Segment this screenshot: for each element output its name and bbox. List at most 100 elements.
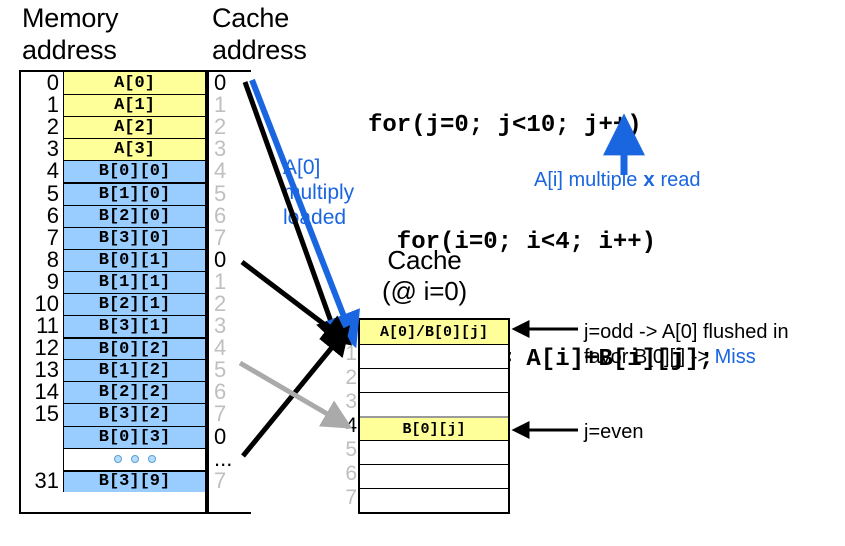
cache-box-row-address: 3	[345, 390, 357, 413]
cache-address-entry: 4	[214, 335, 227, 361]
cache-box-row-address: 1	[345, 342, 357, 365]
cache-address-entry: 0	[214, 423, 227, 449]
cache-box-row-address: 5	[345, 438, 357, 461]
ai-multiple-read-note: A[i] multiple x read	[534, 168, 701, 194]
cache-address-entry: 4	[214, 158, 227, 184]
memory-row-value: B[3][0]	[63, 226, 205, 249]
cache-box-row: A[0]/B[0][j]	[360, 320, 508, 344]
cache-address-entry: 5	[214, 180, 227, 206]
memory-row-address: 14	[34, 379, 59, 405]
memory-row-value: A[3]	[63, 138, 205, 161]
ai-note-post: read	[654, 169, 701, 191]
cache-address-entry: 2	[214, 114, 227, 140]
cache-address-entry: 3	[214, 136, 227, 162]
memory-row-address: 13	[34, 357, 59, 383]
memory-row: 2 A[2]	[21, 114, 205, 140]
arrow-bottom-black	[241, 325, 351, 458]
memory-address-heading: Memory address	[22, 3, 119, 65]
memory-row-value: B[2][0]	[63, 204, 205, 227]
memory-row: 9 B[1][1]	[21, 268, 205, 294]
memory-row-value: B[3][9]	[63, 469, 205, 492]
memory-row: 15 B[3][2]	[21, 401, 205, 427]
cache-address-entry: 2	[214, 290, 227, 316]
memory-row-address: 12	[34, 335, 59, 361]
memory-row: 10 B[2][1]	[21, 290, 205, 316]
memory-row-value: B[2][1]	[63, 292, 205, 316]
cache-address-entry: 6	[214, 202, 227, 228]
memory-table: 0 A[0] 1 A[1] 2 A[2] 3 A[3] 4 B[0][0] 5 B[1][0] 6 B[2…	[19, 70, 207, 514]
cache-address-entry: 5	[214, 357, 227, 383]
cache-box-row: B[0][j]	[360, 416, 508, 440]
j-odd-note-line2: favor B[0][j] -> Miss	[584, 345, 789, 370]
memory-row: 1 A[1]	[21, 92, 205, 118]
memory-row-value: B[0][3]	[63, 425, 205, 448]
memory-row: 12 B[0][2]	[21, 335, 205, 361]
memory-row-address: 1	[46, 92, 59, 118]
cache-box-row-address: 6	[345, 462, 357, 485]
memory-row-value: B[2][2]	[63, 381, 205, 404]
memory-row: 4 B[0][0]	[21, 158, 205, 184]
cache-box-row	[360, 440, 508, 464]
cache-address-entry: 6	[214, 379, 227, 405]
memory-row-value: B[1][1]	[63, 270, 205, 293]
memory-row-value: B[0][1]	[63, 248, 205, 271]
memory-row-address: 8	[46, 246, 59, 272]
memory-row-value: B[3][1]	[63, 315, 205, 338]
arrow-gray	[238, 360, 353, 429]
memory-row-address: 10	[34, 290, 59, 316]
memory-row	[21, 447, 205, 470]
memory-row-address: 11	[36, 313, 59, 339]
memory-row-address: 9	[46, 268, 59, 294]
memory-row: 6 B[2][0]	[21, 202, 205, 228]
cache-address-entry: 0	[214, 246, 227, 272]
cache-address-entry: 1	[214, 268, 227, 294]
memory-row-address: 5	[46, 180, 59, 206]
memory-row: 0 A[0]	[21, 72, 205, 95]
code-line-1: for(j=0; j<10; j++)	[368, 112, 642, 139]
j-odd-note-line1: j=odd -> A[0] flushed in	[584, 321, 789, 343]
memory-row-address: 2	[46, 114, 59, 140]
cache-address-heading: Cache address	[212, 3, 307, 65]
memory-row: 3 A[3]	[21, 136, 205, 162]
memory-row-address: 4	[46, 158, 59, 184]
memory-row-value: B[0][2]	[63, 337, 205, 360]
memory-row-value: B[0][0]	[63, 160, 205, 183]
memory-ellipsis-dots	[63, 447, 205, 470]
cache-box-row	[360, 344, 508, 368]
cache-address-entry: 7	[214, 467, 227, 493]
memory-row-address: 31	[34, 467, 59, 493]
ellipsis-dot	[130, 455, 139, 464]
memory-row-address: 6	[46, 202, 59, 228]
arrow-mid-black	[240, 260, 353, 346]
memory-row-address: 3	[46, 136, 59, 162]
memory-row-value: B[1][0]	[63, 182, 205, 205]
cache-box-row	[360, 488, 508, 512]
cache-box-row-address: 0	[345, 318, 357, 341]
cache-box-row-address: 2	[345, 366, 357, 389]
cache-box-row-address: 7	[345, 486, 357, 509]
cache-address-entry: 3	[214, 313, 227, 339]
memory-row: 31 B[3][9]	[21, 467, 205, 493]
memory-row-value: A[0]	[63, 72, 205, 95]
cache-address-entry: 7	[214, 401, 227, 427]
cache-box-address-column: 01234567	[337, 318, 357, 514]
memory-row: 13 B[1][2]	[21, 357, 205, 383]
cache-box-row	[360, 464, 508, 488]
memory-row: 7 B[3][0]	[21, 226, 205, 249]
cache-box-row	[360, 368, 508, 392]
memory-row-value: A[2]	[63, 116, 205, 139]
memory-row: B[0][3]	[21, 425, 205, 448]
memory-row-value: B[3][2]	[63, 403, 205, 426]
cache-box-row	[360, 392, 508, 416]
j-odd-note-line2-pre: favor B[0][j] ->	[584, 346, 715, 368]
code-line-2: for(i=0; i<4; i++)	[368, 229, 657, 256]
j-odd-note: j=odd -> A[0] flushed in favor B[0][j] -…	[584, 320, 789, 370]
ellipsis-dot	[113, 455, 122, 464]
cache-box: A[0]/B[0][j] B[0][j]	[358, 318, 510, 514]
j-even-note: j=even	[584, 421, 644, 443]
memory-row: 8 B[0][1]	[21, 246, 205, 272]
a0-multiply-loaded-note: A[0] multiply loaded	[283, 156, 355, 229]
memory-row-address: 15	[34, 401, 59, 427]
cache-address-entry: 7	[214, 224, 227, 250]
memory-row: 14 B[2][2]	[21, 379, 205, 405]
